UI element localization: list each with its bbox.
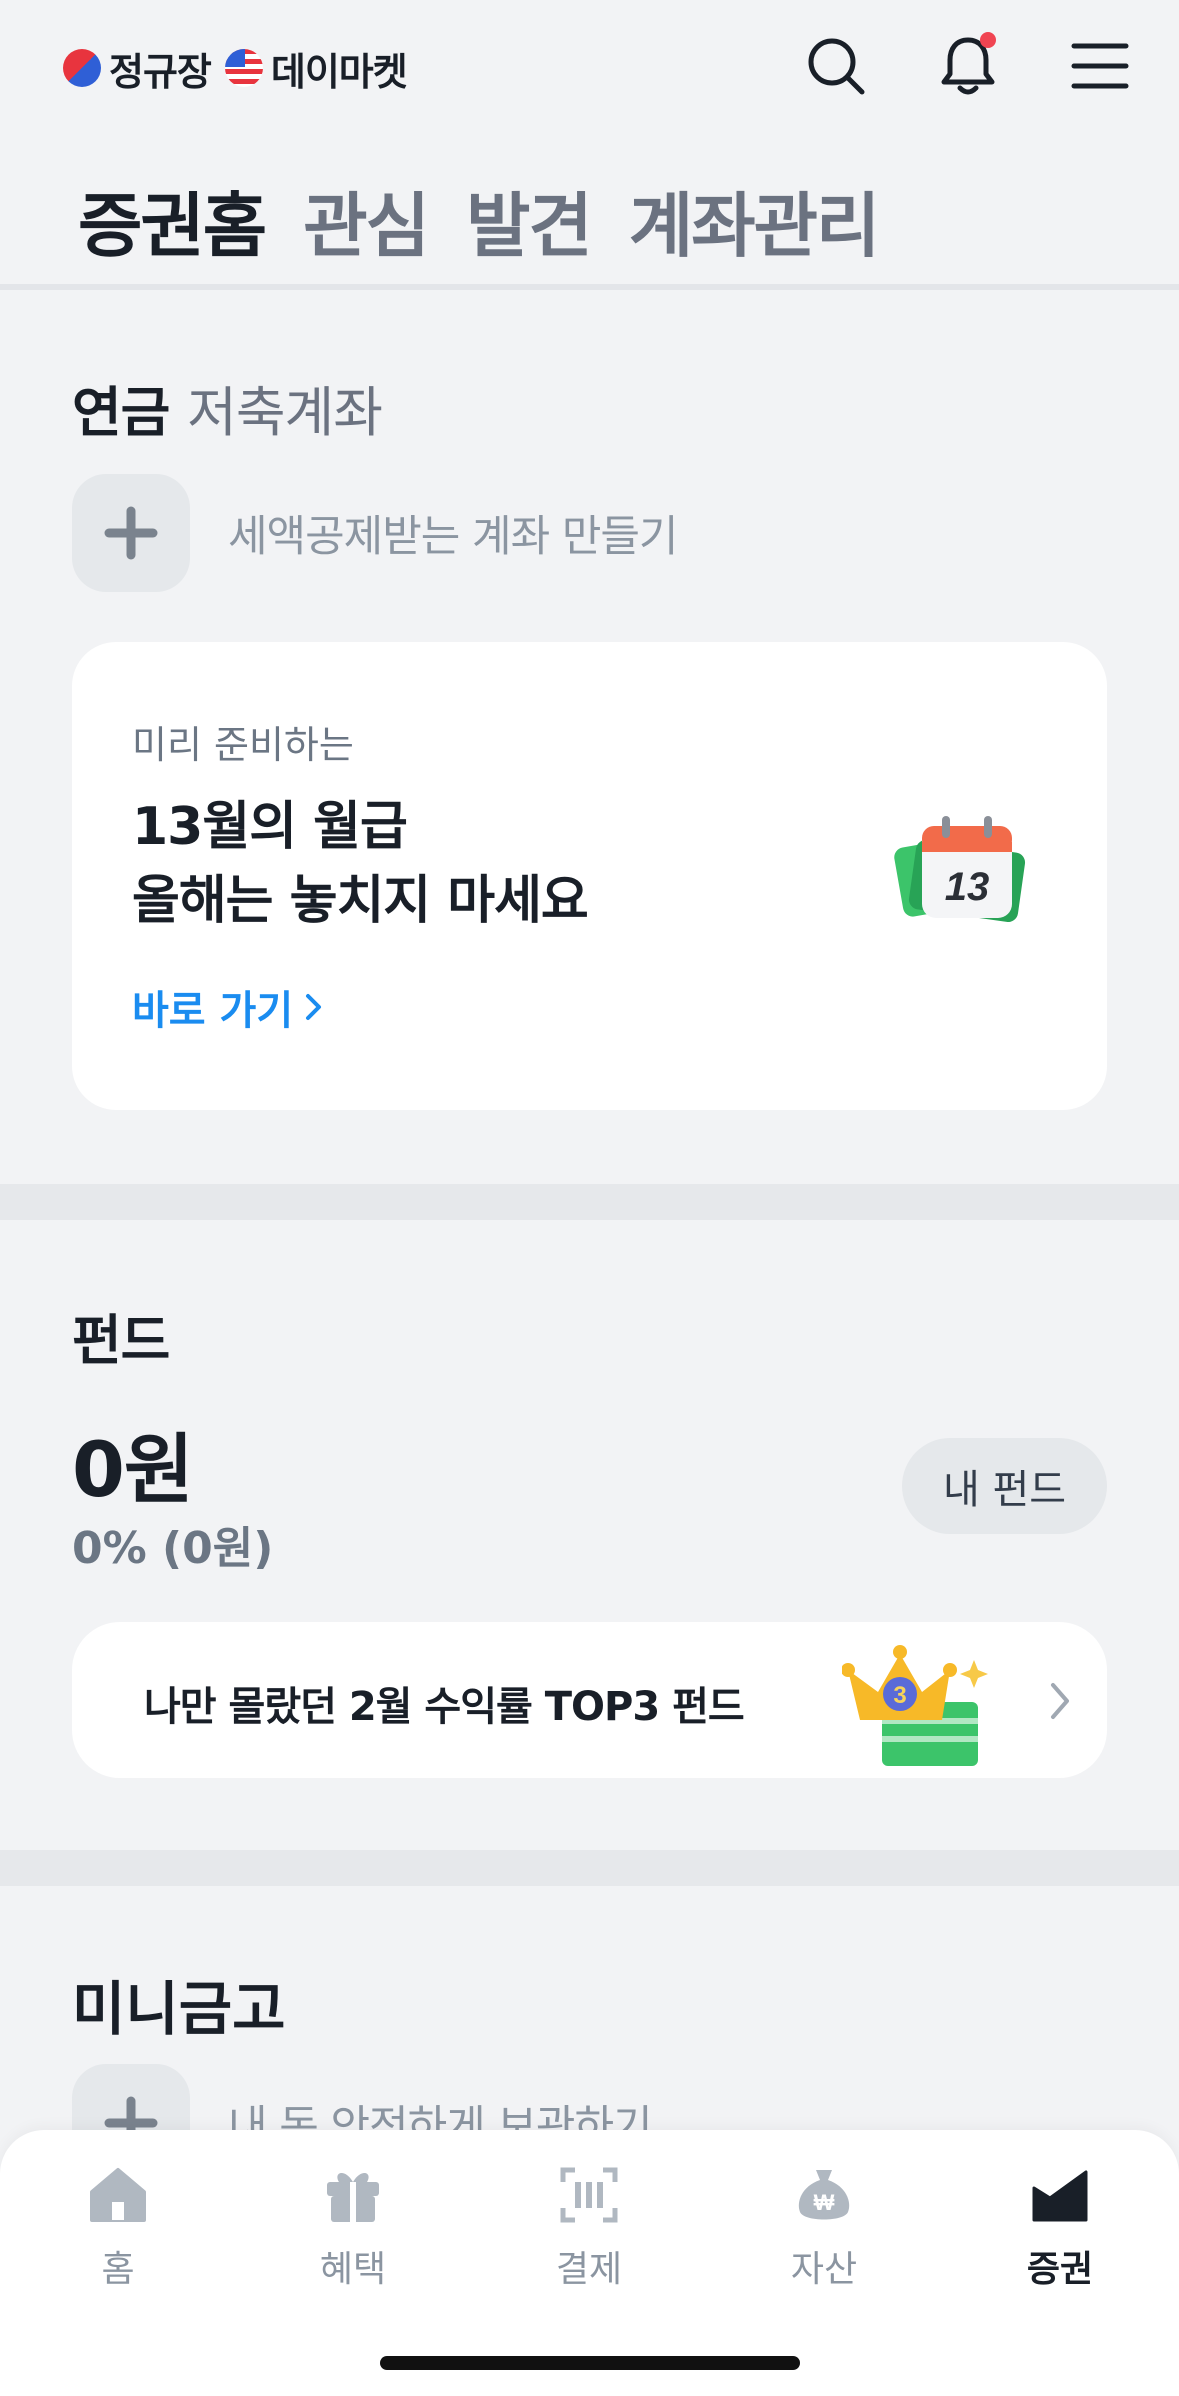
korea-market-icon [63, 49, 101, 87]
nav-item-assets[interactable]: ₩ 자산 [744, 2166, 904, 2292]
gift-icon [327, 2172, 379, 2222]
nav-label-assets: 자산 [790, 2249, 858, 2290]
barcode-icon [560, 2167, 618, 2223]
plus-icon [104, 506, 158, 560]
thirteenth-salary-card[interactable]: 미리 준비하는 13월의 월급 올해는 놓치지 마세요 바로 가기 13 [72, 642, 1107, 1110]
crown-number: 3 [893, 1682, 906, 1709]
tab-divider [0, 284, 1179, 290]
home-indicator[interactable] [380, 2356, 800, 2370]
section-separator [0, 1850, 1179, 1886]
chevron-right-icon [1051, 1683, 1069, 1719]
brand-logo[interactable]: 정규장 데이마켓 [63, 44, 408, 94]
section-separator [0, 1184, 1179, 1220]
tab-stock-home[interactable]: 증권홈 [78, 170, 267, 271]
promo-title-line1: 13월의 월급 [132, 797, 408, 857]
home-icon [90, 2168, 146, 2222]
chart-icon [1032, 2170, 1088, 2222]
nav-item-stocks[interactable]: 증권 [980, 2166, 1140, 2292]
nav-item-payment[interactable]: 결제 [509, 2166, 669, 2292]
menu-icon [1071, 43, 1129, 89]
mini-vault-title: 미니금고 [72, 1975, 286, 2043]
chevron-right-icon [306, 994, 322, 1020]
promo-title-line2: 올해는 놓치지 마세요 [132, 871, 589, 931]
nav-label-stocks: 증권 [1026, 2249, 1094, 2290]
fund-rate: 0% (0원) [72, 1523, 274, 1574]
fund-amount: 0원 [72, 1425, 194, 1514]
top3-fund-banner[interactable]: 나만 몰랐던 2월 수익률 TOP3 펀드 3 [72, 1622, 1107, 1778]
search-button[interactable] [800, 30, 872, 102]
svg-text:₩: ₩ [814, 2190, 835, 2215]
brand-kr-label: 정규장 [109, 49, 212, 94]
money-bag-icon: ₩ [798, 2170, 850, 2220]
search-icon [808, 38, 865, 95]
nav-label-benefits: 혜택 [319, 2249, 387, 2290]
nav-label-home: 홈 [101, 2249, 135, 2290]
go-now-link[interactable]: 바로 가기 [132, 978, 325, 1036]
promo-pretitle: 미리 준비하는 [132, 723, 354, 767]
pension-section-title: 연금 저축계좌 [72, 368, 383, 447]
promo-title: 13월의 월급 올해는 놓치지 마세요 [132, 790, 589, 938]
go-now-label: 바로 가기 [132, 988, 294, 1034]
create-tax-account-row[interactable]: 세액공제받는 계좌 만들기 [72, 474, 678, 592]
nav-label-payment: 결제 [555, 2249, 623, 2290]
top-tabs: 증권홈 관심 발견 계좌관리 [78, 170, 881, 271]
my-fund-button[interactable]: 내 펀드 [902, 1438, 1107, 1534]
calendar-number: 13 [945, 865, 990, 909]
create-tax-account-label: 세액공제받는 계좌 만들기 [228, 512, 678, 562]
tab-account-management[interactable]: 계좌관리 [629, 170, 881, 271]
menu-button[interactable] [1064, 30, 1136, 102]
notification-dot [980, 32, 996, 48]
notification-button[interactable] [932, 30, 1004, 102]
pension-title: 연금 [72, 381, 170, 444]
us-flag-icon [224, 49, 263, 87]
fund-title: 펀드 [72, 1309, 170, 1372]
top3-fund-label: 나만 몰랐던 2월 수익률 TOP3 펀드 [144, 1684, 745, 1730]
nav-item-home[interactable]: 홈 [38, 2166, 198, 2292]
crown-money-icon: 3 [842, 1645, 988, 1766]
add-account-button[interactable] [72, 474, 190, 592]
nav-item-benefits[interactable]: 혜택 [273, 2166, 433, 2292]
pension-subtitle: 저축계좌 [187, 381, 383, 444]
tab-discover[interactable]: 발견 [466, 170, 593, 271]
brand-us-label: 데이마켓 [270, 49, 408, 94]
tab-watchlist[interactable]: 관심 [303, 170, 430, 271]
calendar-money-icon: 13 [894, 816, 1026, 923]
